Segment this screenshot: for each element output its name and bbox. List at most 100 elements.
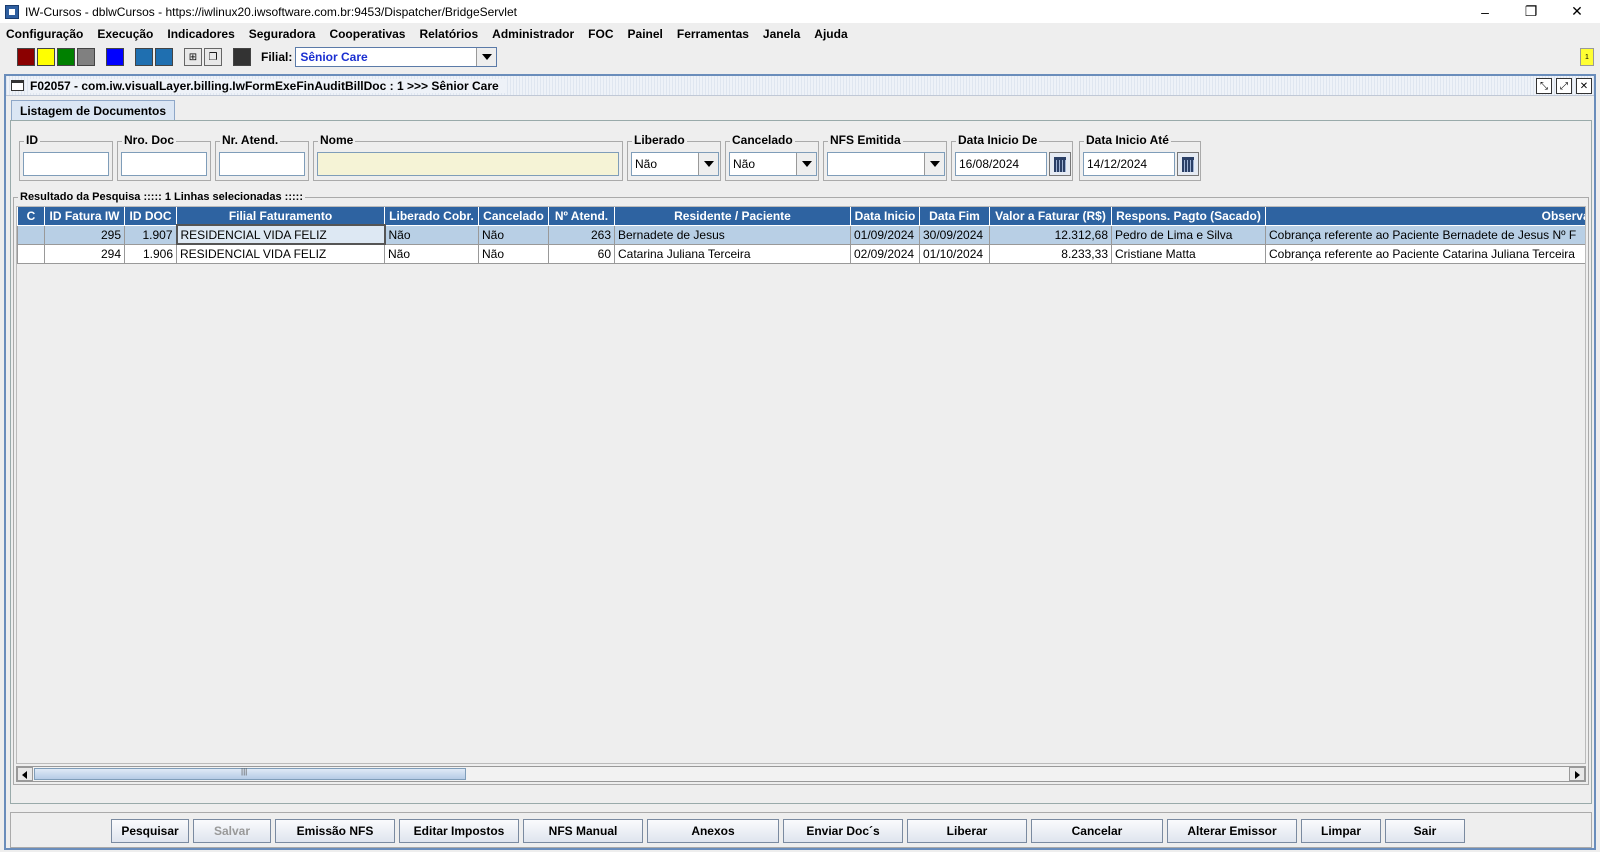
menu-administrador[interactable]: Administrador — [492, 27, 574, 41]
cell-residente[interactable]: Catarina Juliana Terceira — [614, 243, 851, 264]
col-header-data-fim[interactable]: Data Fim — [919, 207, 990, 226]
chevron-down-icon[interactable] — [698, 153, 718, 175]
cell-liberado[interactable]: Não — [384, 224, 479, 245]
nrodoc-input[interactable] — [121, 152, 207, 176]
cell-c[interactable] — [17, 243, 45, 264]
limpar-button[interactable]: Limpar — [1301, 819, 1381, 843]
data-inicio-ate-input[interactable]: 14/12/2024 — [1083, 152, 1175, 176]
nfs-manual-button[interactable]: NFS Manual — [523, 819, 643, 843]
salvar-button[interactable]: Salvar — [193, 819, 271, 843]
nratend-input[interactable] — [219, 152, 305, 176]
menu-janela[interactable]: Janela — [763, 27, 800, 41]
color-swatch-green[interactable] — [57, 48, 75, 66]
chevron-down-icon[interactable] — [796, 153, 816, 175]
nome-input[interactable] — [317, 152, 619, 176]
scroll-left-icon[interactable] — [17, 767, 33, 781]
cell-filial[interactable]: RESIDENCIAL VIDA FELIZ — [176, 243, 385, 264]
dark-theme-icon[interactable] — [233, 48, 251, 66]
cell-valor[interactable]: 8.233,33 — [989, 243, 1112, 264]
cell-id-doc[interactable]: 1.906 — [124, 243, 177, 264]
color-swatch-gray[interactable] — [77, 48, 95, 66]
cell-data-fim[interactable]: 01/10/2024 — [919, 243, 990, 264]
menu-configuracao[interactable]: Configuração — [6, 27, 83, 41]
cell-id-fatura[interactable]: 295 — [44, 224, 125, 245]
table-row[interactable]: 295 1.907 RESIDENCIAL VIDA FELIZ Não Não… — [17, 224, 1585, 245]
cell-nr-atend[interactable]: 263 — [548, 224, 615, 245]
data-inicio-de-input[interactable]: 16/08/2024 — [955, 152, 1047, 176]
id-input[interactable] — [23, 152, 109, 176]
menu-painel[interactable]: Painel — [628, 27, 663, 41]
col-header-cancelado[interactable]: Cancelado — [478, 207, 549, 226]
nfs-emitida-select[interactable] — [827, 152, 945, 176]
col-header-id-fatura[interactable]: ID Fatura IW — [44, 207, 125, 226]
frame-close-icon[interactable]: ✕ — [1576, 78, 1592, 94]
col-header-c[interactable]: C — [17, 207, 45, 226]
col-header-observacoes[interactable]: Observações — [1265, 207, 1585, 226]
cell-cancelado[interactable]: Não — [478, 243, 549, 264]
minimize-button[interactable]: – — [1462, 0, 1508, 23]
calendar-icon[interactable] — [1049, 152, 1071, 176]
menu-ajuda[interactable]: Ajuda — [814, 27, 847, 41]
col-header-data-inicio[interactable]: Data Inicio — [850, 207, 920, 226]
cell-responsavel[interactable]: Pedro de Lima e Silva — [1111, 224, 1266, 245]
enviar-docs-button[interactable]: Enviar Doc´s — [783, 819, 903, 843]
restore-button[interactable]: ❐ — [1508, 0, 1554, 23]
color-swatch-red[interactable] — [17, 48, 35, 66]
liberado-select[interactable]: Não — [631, 152, 719, 176]
menu-foc[interactable]: FOC — [588, 27, 613, 41]
liberar-button[interactable]: Liberar — [907, 819, 1027, 843]
cell-liberado[interactable]: Não — [384, 243, 479, 264]
menu-relatorios[interactable]: Relatórios — [419, 27, 478, 41]
chevron-down-icon[interactable] — [476, 48, 497, 66]
close-button[interactable]: ✕ — [1554, 0, 1600, 23]
scrollbar-thumb[interactable] — [34, 767, 466, 780]
pesquisar-button[interactable]: Pesquisar — [111, 819, 189, 843]
color-swatch-teal-2[interactable] — [155, 48, 173, 66]
cell-id-doc[interactable]: 1.907 — [124, 224, 177, 245]
filial-select[interactable]: Sênior Care — [295, 47, 498, 67]
color-swatch-teal-1[interactable] — [135, 48, 153, 66]
horizontal-scrollbar[interactable] — [16, 766, 1586, 782]
cell-data-inicio[interactable]: 01/09/2024 — [850, 224, 920, 245]
cascade-windows-icon[interactable]: ❐ — [204, 48, 222, 66]
cell-c[interactable] — [17, 224, 45, 245]
col-header-id-doc[interactable]: ID DOC — [124, 207, 177, 226]
cell-id-fatura[interactable]: 294 — [44, 243, 125, 264]
col-header-filial[interactable]: Filial Faturamento — [176, 207, 385, 226]
cell-observacoes[interactable]: Cobrança referente ao Paciente Bernadete… — [1265, 224, 1585, 245]
col-header-nr-atend[interactable]: Nº Atend. — [548, 207, 615, 226]
cell-cancelado[interactable]: Não — [478, 224, 549, 245]
menu-seguradora[interactable]: Seguradora — [249, 27, 316, 41]
chevron-down-icon[interactable] — [924, 153, 944, 175]
cell-nr-atend[interactable]: 60 — [548, 243, 615, 264]
frame-minimize-icon[interactable]: ⤡ — [1536, 78, 1552, 94]
col-header-valor[interactable]: Valor a Faturar (R$) — [989, 207, 1112, 226]
color-swatch-blue[interactable] — [106, 48, 124, 66]
anexos-button[interactable]: Anexos — [647, 819, 779, 843]
col-header-residente[interactable]: Residente / Paciente — [614, 207, 851, 226]
calendar-icon[interactable] — [1177, 152, 1199, 176]
col-header-responsavel[interactable]: Respons. Pagto (Sacado) — [1111, 207, 1266, 226]
cell-data-inicio[interactable]: 02/09/2024 — [850, 243, 920, 264]
emissao-nfs-button[interactable]: Emissão NFS — [275, 819, 395, 843]
alterar-emissor-button[interactable]: Alterar Emissor — [1167, 819, 1297, 843]
menu-indicadores[interactable]: Indicadores — [167, 27, 234, 41]
color-swatch-yellow[interactable] — [37, 48, 55, 66]
cell-valor[interactable]: 12.312,68 — [989, 224, 1112, 245]
notification-icon[interactable]: 1 — [1580, 48, 1594, 66]
scroll-right-icon[interactable] — [1569, 767, 1585, 781]
menu-execucao[interactable]: Execução — [97, 27, 153, 41]
frame-maximize-icon[interactable]: ⤢ — [1556, 78, 1572, 94]
editar-impostos-button[interactable]: Editar Impostos — [399, 819, 519, 843]
cell-data-fim[interactable]: 30/09/2024 — [919, 224, 990, 245]
cell-observacoes[interactable]: Cobrança referente ao Paciente Catarina … — [1265, 243, 1585, 264]
cell-responsavel[interactable]: Cristiane Matta — [1111, 243, 1266, 264]
cell-filial[interactable]: RESIDENCIAL VIDA FELIZ — [175, 224, 386, 245]
tree-view-icon[interactable]: ⊞ — [184, 48, 202, 66]
table-row[interactable]: 294 1.906 RESIDENCIAL VIDA FELIZ Não Não… — [17, 243, 1585, 264]
cancelado-select[interactable]: Não — [729, 152, 817, 176]
col-header-liberado[interactable]: Liberado Cobr. — [384, 207, 479, 226]
menu-ferramentas[interactable]: Ferramentas — [677, 27, 749, 41]
cancelar-button[interactable]: Cancelar — [1031, 819, 1163, 843]
tab-listagem-documentos[interactable]: Listagem de Documentos — [11, 100, 176, 121]
